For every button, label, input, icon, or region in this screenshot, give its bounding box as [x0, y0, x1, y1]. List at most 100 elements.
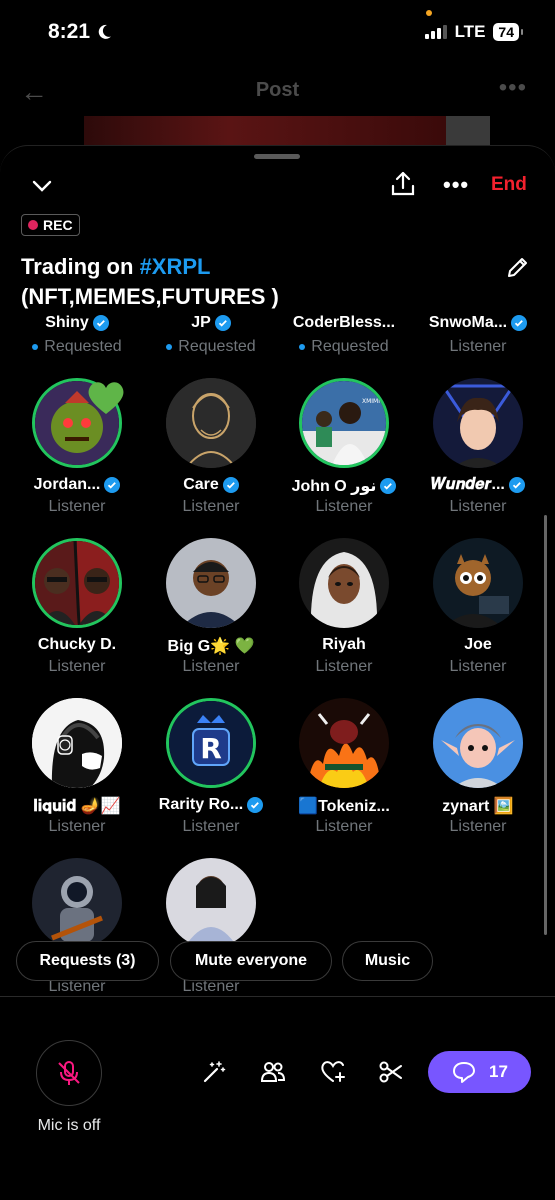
verified-badge-icon [214, 315, 231, 331]
requests-button[interactable]: Requests (3) [16, 941, 159, 981]
participant-cell[interactable]: zynart 🖼️ Listener [411, 698, 545, 848]
signal-icon [424, 25, 447, 39]
more-options-icon[interactable]: ••• [443, 172, 469, 198]
scissors-icon[interactable] [377, 1058, 405, 1086]
verified-badge-icon [511, 315, 528, 331]
participant-role: Listener [449, 338, 507, 355]
group-photo-avatar: XMIMI [299, 378, 389, 468]
participant-name-wrap: 𝑾𝒖𝒏𝒅𝒆𝒓... [411, 476, 545, 494]
participant-name: Riyah [322, 636, 366, 653]
participant-name: 𝐥𝐢𝐪𝐮𝐢𝐝 🪔📈 [33, 798, 121, 815]
participant-name: Chucky D. [37, 636, 117, 653]
magic-wand-icon[interactable] [200, 1058, 228, 1086]
participant-name: 𝑾𝒖𝒏𝒅𝒆𝒓... [431, 476, 505, 493]
participant-role: Listener [449, 658, 507, 675]
heart-emoji-icon [88, 382, 124, 414]
hoodie-woman-avatar [299, 538, 389, 628]
participant-cell[interactable]: Joe Listener [411, 538, 545, 688]
participant-role: Listener [182, 818, 240, 835]
status-indicators: LTE 74 [424, 22, 523, 42]
participant-name: Shiny [45, 314, 89, 331]
mute-everyone-button[interactable]: Mute everyone [170, 941, 332, 981]
participant-cell[interactable]: 𝐥𝐢𝐪𝐮𝐢𝐝 🪔📈 Listener [10, 698, 144, 848]
participant-name: Big G🌟 💚 [167, 638, 255, 655]
clock-text: 8:21 [48, 20, 91, 43]
participant-name: Rarity Ro... [158, 796, 244, 813]
participant-cell[interactable]: Chucky D. Listener [10, 538, 144, 688]
participant-role: Requested [311, 338, 389, 355]
participant-role: Listener [449, 818, 507, 835]
verified-badge-icon [508, 477, 525, 493]
requested-dot-icon [32, 343, 39, 350]
more-icon[interactable]: ••• [499, 74, 527, 102]
scrollbar[interactable] [544, 515, 547, 935]
recording-badge: REC [21, 214, 80, 236]
participant-role: Listener [315, 498, 373, 515]
squirrel-hacker-avatar [433, 538, 523, 628]
participant-name-wrap: Care [144, 476, 278, 494]
moon-icon [98, 24, 112, 39]
heart-plus-icon[interactable] [319, 1058, 347, 1086]
verified-badge-icon [380, 478, 397, 494]
participant-name: CoderBless... [292, 314, 396, 331]
title-prefix: Trading on [21, 254, 140, 279]
participant-cell[interactable]: G Listener [144, 858, 278, 1008]
network-label: LTE [454, 22, 486, 41]
participant-cell[interactable]: R Rarity Ro... Listener [144, 698, 278, 848]
verified-badge-icon [92, 315, 109, 331]
participant-cell[interactable]: Care Listener [144, 378, 278, 528]
participant-name: SnwoMa... [428, 314, 508, 331]
svg-text:XMIMI: XMIMI [362, 398, 380, 405]
space-title: Trading on #XRPL (NFT,MEMES,FUTURES ) [21, 252, 491, 312]
participant-cell[interactable]: XMIMI John O نور Listener [277, 378, 411, 528]
people-icon[interactable] [259, 1058, 287, 1086]
anime-boy-avatar [433, 378, 523, 468]
participant-name: John O نور [291, 478, 377, 495]
fire-bull-avatar [299, 698, 389, 788]
comments-button[interactable]: 17 [428, 1051, 531, 1093]
mic-toggle-button[interactable] [36, 1040, 102, 1106]
battery-icon: 74 [493, 23, 523, 41]
mic-off-icon [58, 1061, 80, 1085]
requested-dot-icon [299, 343, 306, 350]
comment-bubble-icon [453, 1062, 476, 1083]
participant-name: Jordan... [33, 476, 101, 493]
participant-name: zynart 🖼️ [442, 798, 514, 815]
participant-cell[interactable]: Listener [10, 858, 144, 1008]
participant-role: Listener [315, 658, 373, 675]
title-hashtag-link[interactable]: #XRPL [140, 254, 211, 279]
participant-name-wrap: SnwoMa... [411, 314, 545, 332]
end-space-button[interactable]: End [491, 174, 527, 196]
sheet-toolbar: ••• End [0, 168, 555, 208]
participant-name-wrap: 🟦Tokeniz... [277, 796, 411, 816]
edit-pencil-icon[interactable] [505, 254, 531, 280]
participant-role: Listener [48, 658, 106, 675]
split-portrait-avatar [32, 538, 122, 628]
share-icon[interactable] [390, 170, 416, 198]
sheet-grabber[interactable] [254, 154, 300, 159]
participant-cell[interactable]: Riyah Listener [277, 538, 411, 688]
participant-cell[interactable]: 🟦Tokeniz... Listener [277, 698, 411, 848]
sketch-portrait-avatar [166, 378, 256, 468]
requested-dot-icon [166, 343, 173, 350]
woman-photo-avatar [166, 858, 256, 948]
chevron-down-icon[interactable] [30, 174, 54, 198]
background-post-header: ← Post ••• [0, 62, 555, 122]
participant-role: Listener [48, 498, 106, 515]
participant-cell[interactable]: 𝑾𝒖𝒏𝒅𝒆𝒓... Listener [411, 378, 545, 528]
participant-role: Requested [178, 338, 256, 355]
participant-cell[interactable]: Big G🌟 💚 Listener [144, 538, 278, 688]
comment-count: 17 [489, 1062, 508, 1081]
participant-name-wrap: Chucky D. [10, 636, 144, 654]
participant-name-wrap: John O نور [277, 476, 411, 496]
status-bar: 8:21 LTE 74 [0, 0, 555, 62]
title-line-2: (NFT,MEMES,FUTURES ) [21, 284, 279, 309]
participant-role-wrap: Requested [277, 338, 411, 356]
participant-role: Listener [182, 498, 240, 515]
participant-name-wrap: Joe [411, 636, 545, 654]
participant-name-wrap: CoderBless... [277, 314, 411, 332]
participant-name: JP [191, 314, 211, 331]
participant-cell[interactable]: Jordan... Listener [10, 378, 144, 528]
music-button[interactable]: Music [342, 941, 433, 981]
participant-role: Requested [44, 338, 122, 355]
